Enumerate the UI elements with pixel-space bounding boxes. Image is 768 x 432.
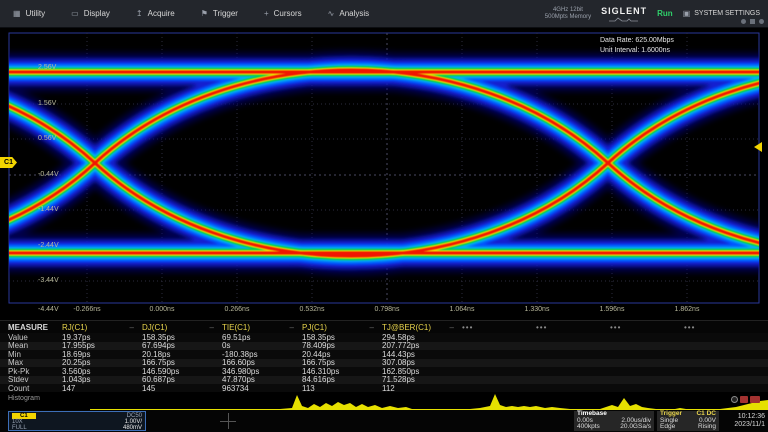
acquisition-status[interactable]: Run — [657, 9, 673, 18]
column-menu-dash: – — [450, 323, 454, 332]
menu-analysis-label: Analysis — [339, 9, 369, 18]
unit-interval-readout: Unit Interval: 1.6000ns — [600, 46, 674, 56]
measure-row-stdev: Stdev 1.043ps 60.687ps 47.870ps 84.616ps… — [0, 376, 768, 385]
menu-cursors[interactable]: + Cursors — [251, 0, 315, 28]
utility-icon: ▦ — [13, 9, 21, 18]
menu-analysis[interactable]: ∿ Analysis — [315, 0, 383, 28]
y-axis-label: 0.56V — [38, 135, 56, 142]
waveform-display[interactable]: Data Rate: 625.00Mbps Unit Interval: 1.6… — [0, 28, 768, 320]
histogram-label: Histogram — [8, 395, 40, 402]
empty-slot-header[interactable]: ••• — [536, 323, 610, 332]
grid-mini-icon — [750, 19, 755, 24]
x-axis-label: 1.330ns — [525, 306, 550, 313]
measure-col-dj[interactable]: DJ(C1)– — [142, 323, 222, 332]
channel1-badge[interactable]: C1 DC50 10X 1.00V/ FULL 480mV — [8, 411, 146, 431]
menu-display-label: Display — [84, 9, 110, 18]
cursors-icon: + — [264, 9, 269, 18]
timebase-samplerate: 20.0GSa/s — [620, 424, 651, 431]
display-icon: ▭ — [71, 9, 79, 18]
printer-icon — [750, 396, 760, 403]
measure-row-value: Value 19.37ps 158.35ps 69.51ps 158.35ps … — [0, 333, 768, 342]
y-axis-label: -0.44V — [38, 171, 59, 178]
measure-row-mean: Mean 17.955ps 67.694ps 0s 78.409ps 207.7… — [0, 342, 768, 351]
histogram-trace — [0, 392, 768, 410]
measure-header-row: MEASURE RJ(C1)– DJ(C1)– TIE(C1)– PJ(C1)–… — [0, 321, 768, 333]
speaker-mini-icon — [759, 19, 764, 24]
trigger-type: Edge — [660, 424, 675, 431]
trigger-panel[interactable]: Trigger C1 DC Single 0.00V Edge Rising — [657, 411, 719, 431]
timebase-panel[interactable]: Timebase 0.00s 2.00us/div 400kpts 20.0GS… — [574, 411, 654, 431]
acquire-icon: ↥ — [136, 9, 143, 18]
system-settings-label: SYSTEM SETTINGS — [694, 10, 760, 17]
measure-panel: MEASURE RJ(C1)– DJ(C1)– TIE(C1)– PJ(C1)–… — [0, 320, 768, 392]
y-axis-label: -1.44V — [38, 206, 59, 213]
empty-slot-header[interactable]: ••• — [610, 323, 684, 332]
y-axis-label: -4.44V — [38, 306, 59, 313]
x-axis-label: 0.798ns — [375, 306, 400, 313]
analysis-icon: ∿ — [328, 9, 335, 18]
y-axis-label: 2.56V — [38, 64, 56, 71]
status-circle-icon — [731, 396, 738, 403]
menu-acquire[interactable]: ↥ Acquire — [123, 0, 188, 28]
menu-bar: ▦ Utility ▭ Display ↥ Acquire ⚑ Trigger … — [0, 0, 768, 28]
menu-acquire-label: Acquire — [148, 9, 175, 18]
x-axis-label: 1.596ns — [600, 306, 625, 313]
measure-row-max: Max 20.25ps 166.75ps 166.60ps 166.75ps 3… — [0, 359, 768, 368]
clock: 10:12:36 2023/11/1 — [720, 413, 765, 429]
date-readout: 2023/11/1 — [720, 421, 765, 429]
trigger-flag-icon: ⚑ — [201, 9, 208, 18]
y-axis-label: -2.44V — [38, 242, 59, 249]
measure-row-pkpk: Pk-Pk 3.560ps 146.590ps 346.980ps 146.31… — [0, 367, 768, 376]
menu-utility[interactable]: ▦ Utility — [0, 0, 58, 28]
x-axis-label: 1.862ns — [675, 306, 700, 313]
channel1-offset: 480mV — [123, 425, 142, 431]
column-menu-dash: – — [290, 323, 294, 332]
add-channel-icon[interactable] — [220, 413, 236, 429]
data-rate-readout: Data Rate: 625.00Mbps — [600, 36, 674, 46]
time-readout: 10:12:36 — [720, 413, 765, 421]
column-menu-dash: – — [370, 323, 374, 332]
siglent-logo: SIGLENT — [601, 6, 647, 22]
empty-slot-header[interactable]: ••• — [684, 323, 758, 332]
measure-title: MEASURE — [0, 323, 62, 332]
measure-col-tie[interactable]: TIE(C1)– — [222, 323, 302, 332]
menu-trigger-label: Trigger — [213, 9, 238, 18]
eye-trace — [0, 70, 768, 256]
x-axis-label: 0.266ns — [225, 306, 250, 313]
menu-utility-label: Utility — [26, 9, 46, 18]
clock-mini-icon — [741, 19, 746, 24]
histogram-panel: Histogram — [0, 392, 768, 410]
column-menu-dash: – — [210, 323, 214, 332]
eye-measurements-info: Data Rate: 625.00Mbps Unit Interval: 1.6… — [600, 36, 674, 56]
timebase-points: 400kpts — [577, 424, 600, 431]
logo-wave-icon — [609, 17, 639, 22]
x-axis-label: -0.266ns — [73, 306, 100, 313]
x-axis-label: 1.064ns — [450, 306, 475, 313]
x-axis-label: 0.532ns — [300, 306, 325, 313]
measure-col-rj[interactable]: RJ(C1)– — [62, 323, 142, 332]
x-axis-label: 0.000ns — [150, 306, 175, 313]
menu-trigger[interactable]: ⚑ Trigger — [188, 0, 251, 28]
network-icon — [740, 396, 748, 403]
y-axis-label: -3.44V — [38, 277, 59, 284]
y-axis-label: 1.56V — [38, 100, 56, 107]
menubar-status-icons — [741, 19, 764, 24]
io-status-icons — [731, 396, 760, 403]
eye-diagram — [0, 28, 768, 320]
menu-display[interactable]: ▭ Display — [58, 0, 123, 28]
channel1-bandwidth: FULL — [12, 425, 27, 431]
system-settings-button[interactable]: ▣ SYSTEM SETTINGS — [683, 9, 760, 18]
measure-col-pj[interactable]: PJ(C1)– — [302, 323, 382, 332]
column-menu-dash: – — [130, 323, 134, 332]
scope-specs: 4GHz 12bit 500Mpts Memory — [545, 7, 591, 21]
trigger-slope: Rising — [698, 424, 716, 431]
measure-row-min: Min 18.69ps 20.18ps -180.38ps 20.44ps 14… — [0, 350, 768, 359]
settings-icon: ▣ — [683, 9, 691, 18]
measure-col-tjber[interactable]: TJ@BER(C1)– — [382, 323, 462, 332]
empty-slot-header[interactable]: ••• — [462, 323, 536, 332]
menu-cursors-label: Cursors — [274, 9, 302, 18]
oscilloscope-screen: ▦ Utility ▭ Display ↥ Acquire ⚑ Trigger … — [0, 0, 768, 432]
status-bar: C1 DC50 10X 1.00V/ FULL 480mV Timebase 0… — [0, 410, 768, 432]
